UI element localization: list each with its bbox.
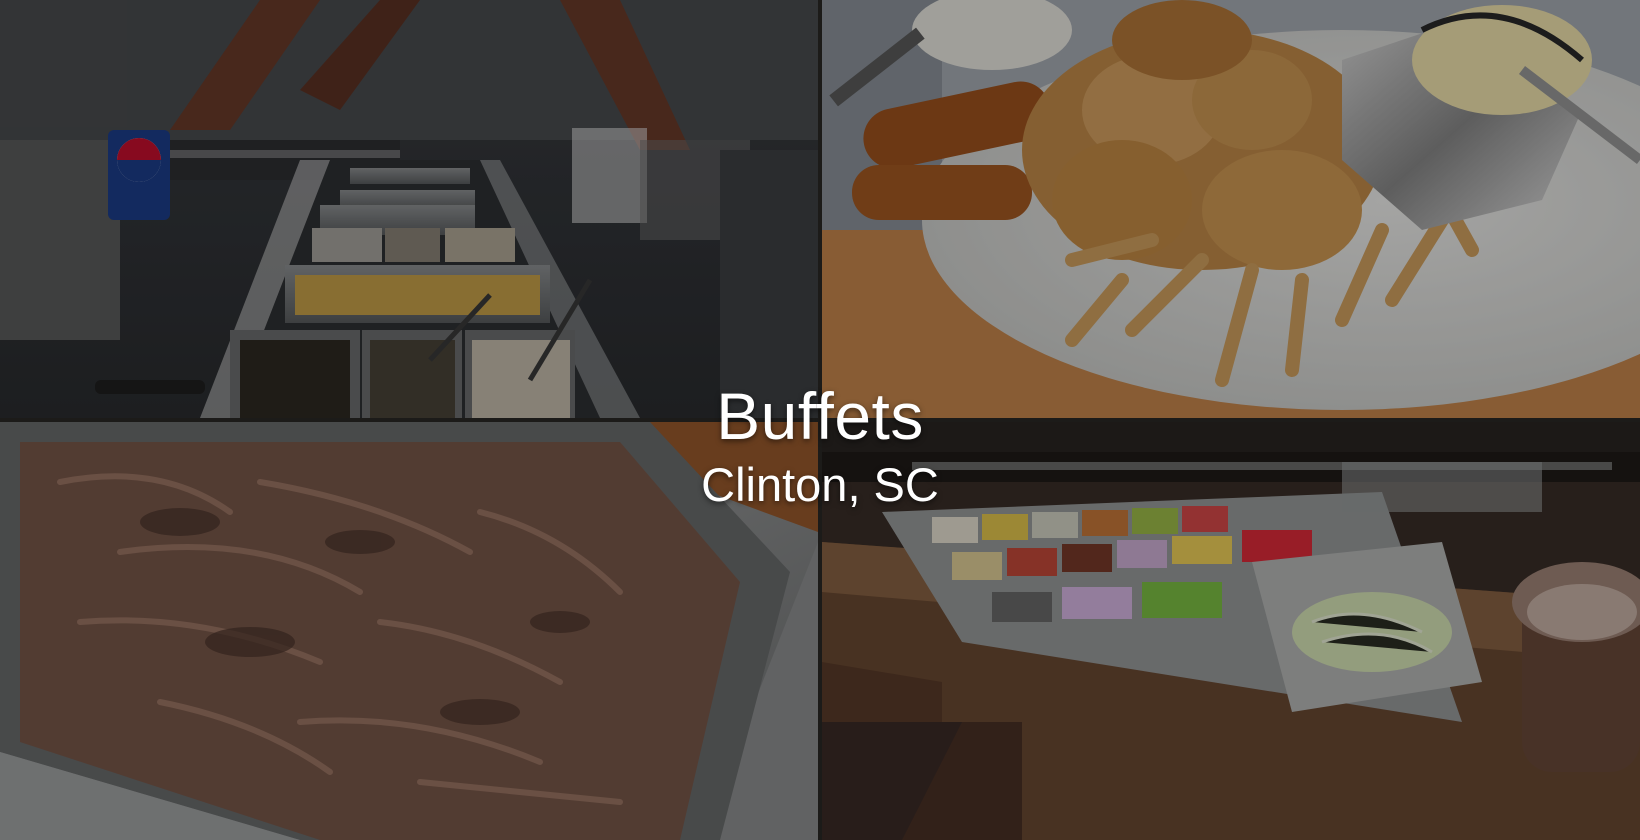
salad-bar-photo (822, 422, 1640, 840)
photo-divider-horizontal (0, 418, 1640, 422)
fried-seafood-plate-photo (822, 0, 1640, 418)
buffet-line-photo (0, 0, 818, 418)
buffets-hero-banner: Buffets Clinton, SC (0, 0, 1640, 840)
pulled-pork-pan-photo (0, 422, 818, 840)
